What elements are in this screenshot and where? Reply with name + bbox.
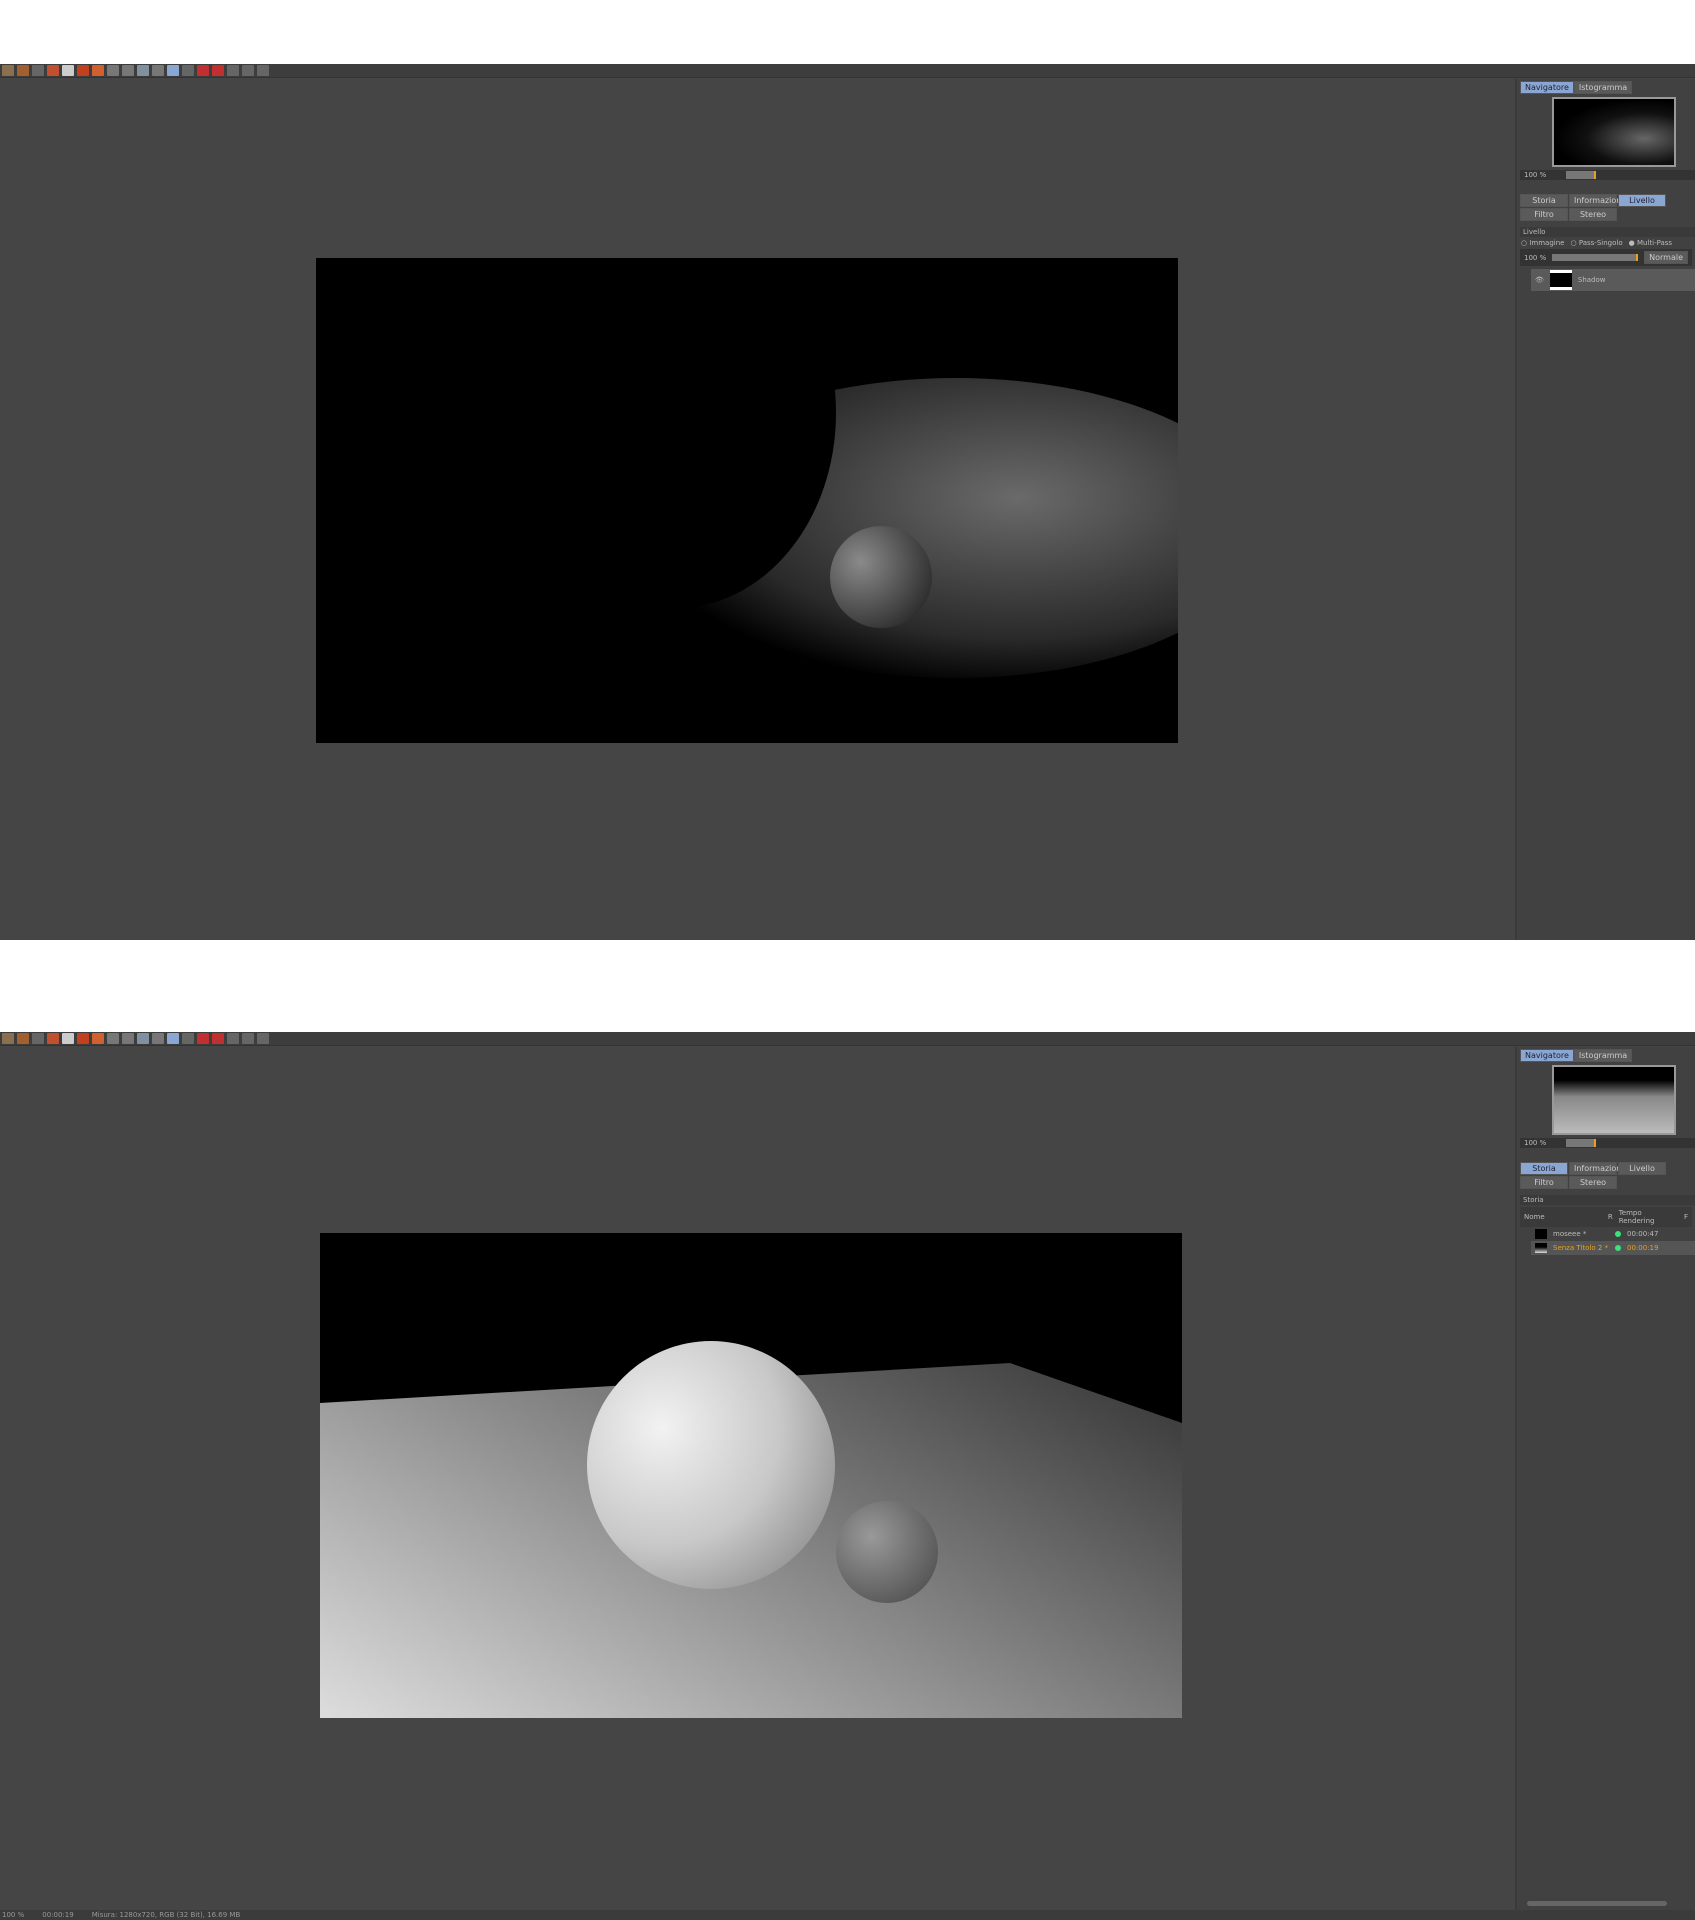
user-icon[interactable]: [62, 65, 74, 76]
zoom-value[interactable]: 100 %: [1524, 1139, 1546, 1147]
render-icon[interactable]: [122, 1033, 134, 1044]
picture-viewer-bottom: Navigatore Istogramma 100 % Storia Inform…: [0, 1032, 1695, 1920]
radio-immagine[interactable]: ○ Immagine: [1521, 239, 1564, 247]
history-row[interactable]: Senza Titolo 2 * 00:00:19: [1531, 1241, 1695, 1255]
status-time: 00:00:19: [42, 1911, 74, 1919]
tab-stereo[interactable]: Stereo: [1569, 208, 1617, 221]
tool2-icon[interactable]: [242, 1033, 254, 1044]
col-nome[interactable]: Nome: [1524, 1213, 1602, 1221]
layer-name: Shadow: [1577, 276, 1606, 284]
compare-icon[interactable]: [152, 1033, 164, 1044]
render-image: [316, 258, 1178, 743]
tab-storia[interactable]: Storia: [1520, 194, 1568, 207]
radio-pass-singolo[interactable]: ○ Pass-Singolo: [1570, 239, 1622, 247]
tab-navigatore[interactable]: Navigatore: [1520, 1049, 1574, 1062]
render-image: [320, 1233, 1182, 1718]
blend-mode-select[interactable]: Normale: [1644, 251, 1688, 264]
viewport: [0, 79, 1510, 940]
align-icon[interactable]: [47, 1033, 59, 1044]
status-bar: 100 % 00:00:19 Misura: 1280x720, RGB (32…: [0, 1910, 1695, 1920]
radio-multi-pass[interactable]: ● Multi-Pass: [1629, 239, 1672, 247]
history-time: 00:00:47: [1627, 1230, 1659, 1238]
paste-icon[interactable]: [92, 1033, 104, 1044]
compare-icon[interactable]: [152, 65, 164, 76]
save-icon[interactable]: [17, 65, 29, 76]
storia-header: Storia: [1520, 1195, 1695, 1205]
render-icon[interactable]: [122, 65, 134, 76]
toolbar: [0, 1032, 1695, 1046]
viewport: [0, 1047, 1510, 1910]
status-dot: [1615, 1231, 1621, 1237]
tab-livello[interactable]: Livello: [1618, 194, 1666, 207]
copy-icon[interactable]: [77, 1033, 89, 1044]
status-info: Misura: 1280x720, RGB (32 Bit), 16.69 MB: [91, 1911, 241, 1919]
b-icon[interactable]: [212, 65, 224, 76]
tab-informazioni[interactable]: Informazioni: [1569, 194, 1624, 207]
eye-icon[interactable]: 👁: [1535, 276, 1544, 284]
history-name: moseee *: [1553, 1230, 1587, 1238]
tab-livello[interactable]: Livello: [1618, 1162, 1666, 1175]
tab-navigatore[interactable]: Navigatore: [1520, 81, 1574, 94]
open-icon[interactable]: [2, 65, 14, 76]
status-zoom[interactable]: 100 %: [2, 1911, 24, 1919]
side-panel: Navigatore Istogramma 100 % Storia Inform…: [1515, 1047, 1695, 1910]
toolbar: [0, 64, 1695, 78]
paste-icon[interactable]: [92, 65, 104, 76]
zoom-slider[interactable]: 100 %: [1520, 1138, 1695, 1148]
layer-row[interactable]: 👁 Shadow: [1531, 269, 1695, 291]
col-tempo[interactable]: Tempo Rendering: [1619, 1209, 1678, 1225]
ab-icon[interactable]: [182, 65, 194, 76]
navigator-preview[interactable]: [1552, 97, 1676, 167]
thumbnail: [1535, 1243, 1547, 1253]
thumbnail: [1535, 1229, 1547, 1239]
render-region-icon[interactable]: [107, 65, 119, 76]
horizontal-scrollbar[interactable]: [1527, 1901, 1667, 1906]
tab-stereo[interactable]: Stereo: [1569, 1176, 1617, 1189]
tab-informazioni[interactable]: Informazioni: [1569, 1162, 1624, 1175]
a-icon[interactable]: [197, 65, 209, 76]
livello-header: Livello: [1520, 227, 1695, 237]
history-name: Senza Titolo 2 *: [1553, 1244, 1609, 1252]
opacity-slider[interactable]: [1552, 254, 1639, 261]
render-settings-icon[interactable]: [137, 65, 149, 76]
tool1-icon[interactable]: [227, 1033, 239, 1044]
side-panel: Navigatore Istogramma 100 % Storia Inform…: [1515, 79, 1695, 940]
a-icon[interactable]: [197, 1033, 209, 1044]
opacity-value[interactable]: 100 %: [1524, 254, 1546, 262]
picture-viewer-top: Navigatore Istogramma 100 % Storia Inform…: [0, 64, 1695, 940]
render-settings-icon[interactable]: [137, 1033, 149, 1044]
tab-istogramma[interactable]: Istogramma: [1573, 81, 1633, 94]
copy-icon[interactable]: [77, 65, 89, 76]
grid-icon[interactable]: [32, 1033, 44, 1044]
open-icon[interactable]: [2, 1033, 14, 1044]
history-time: 00:00:19: [1627, 1244, 1659, 1252]
layer-thumbnail: [1549, 270, 1572, 290]
ab-icon[interactable]: [182, 1033, 194, 1044]
zoom-value[interactable]: 100 %: [1524, 171, 1546, 179]
b-icon[interactable]: [212, 1033, 224, 1044]
status-dot: [1615, 1245, 1621, 1251]
split-icon[interactable]: [167, 1033, 179, 1044]
tool3-icon[interactable]: [257, 65, 269, 76]
user-icon[interactable]: [62, 1033, 74, 1044]
storia-columns: Nome R Tempo Rendering F: [1520, 1207, 1692, 1227]
tab-storia[interactable]: Storia: [1520, 1162, 1568, 1175]
tab-filtro[interactable]: Filtro: [1520, 208, 1568, 221]
navigator-preview[interactable]: [1552, 1065, 1676, 1135]
split-icon[interactable]: [167, 65, 179, 76]
tool2-icon[interactable]: [242, 65, 254, 76]
render-region-icon[interactable]: [107, 1033, 119, 1044]
grid-icon[interactable]: [32, 65, 44, 76]
save-icon[interactable]: [17, 1033, 29, 1044]
tool1-icon[interactable]: [227, 65, 239, 76]
zoom-slider[interactable]: 100 %: [1520, 170, 1695, 180]
history-row[interactable]: moseee * 00:00:47: [1531, 1227, 1695, 1241]
align-icon[interactable]: [47, 65, 59, 76]
col-r[interactable]: R: [1608, 1213, 1613, 1221]
tab-filtro[interactable]: Filtro: [1520, 1176, 1568, 1189]
tool3-icon[interactable]: [257, 1033, 269, 1044]
col-f[interactable]: F: [1684, 1213, 1688, 1221]
tab-istogramma[interactable]: Istogramma: [1573, 1049, 1633, 1062]
